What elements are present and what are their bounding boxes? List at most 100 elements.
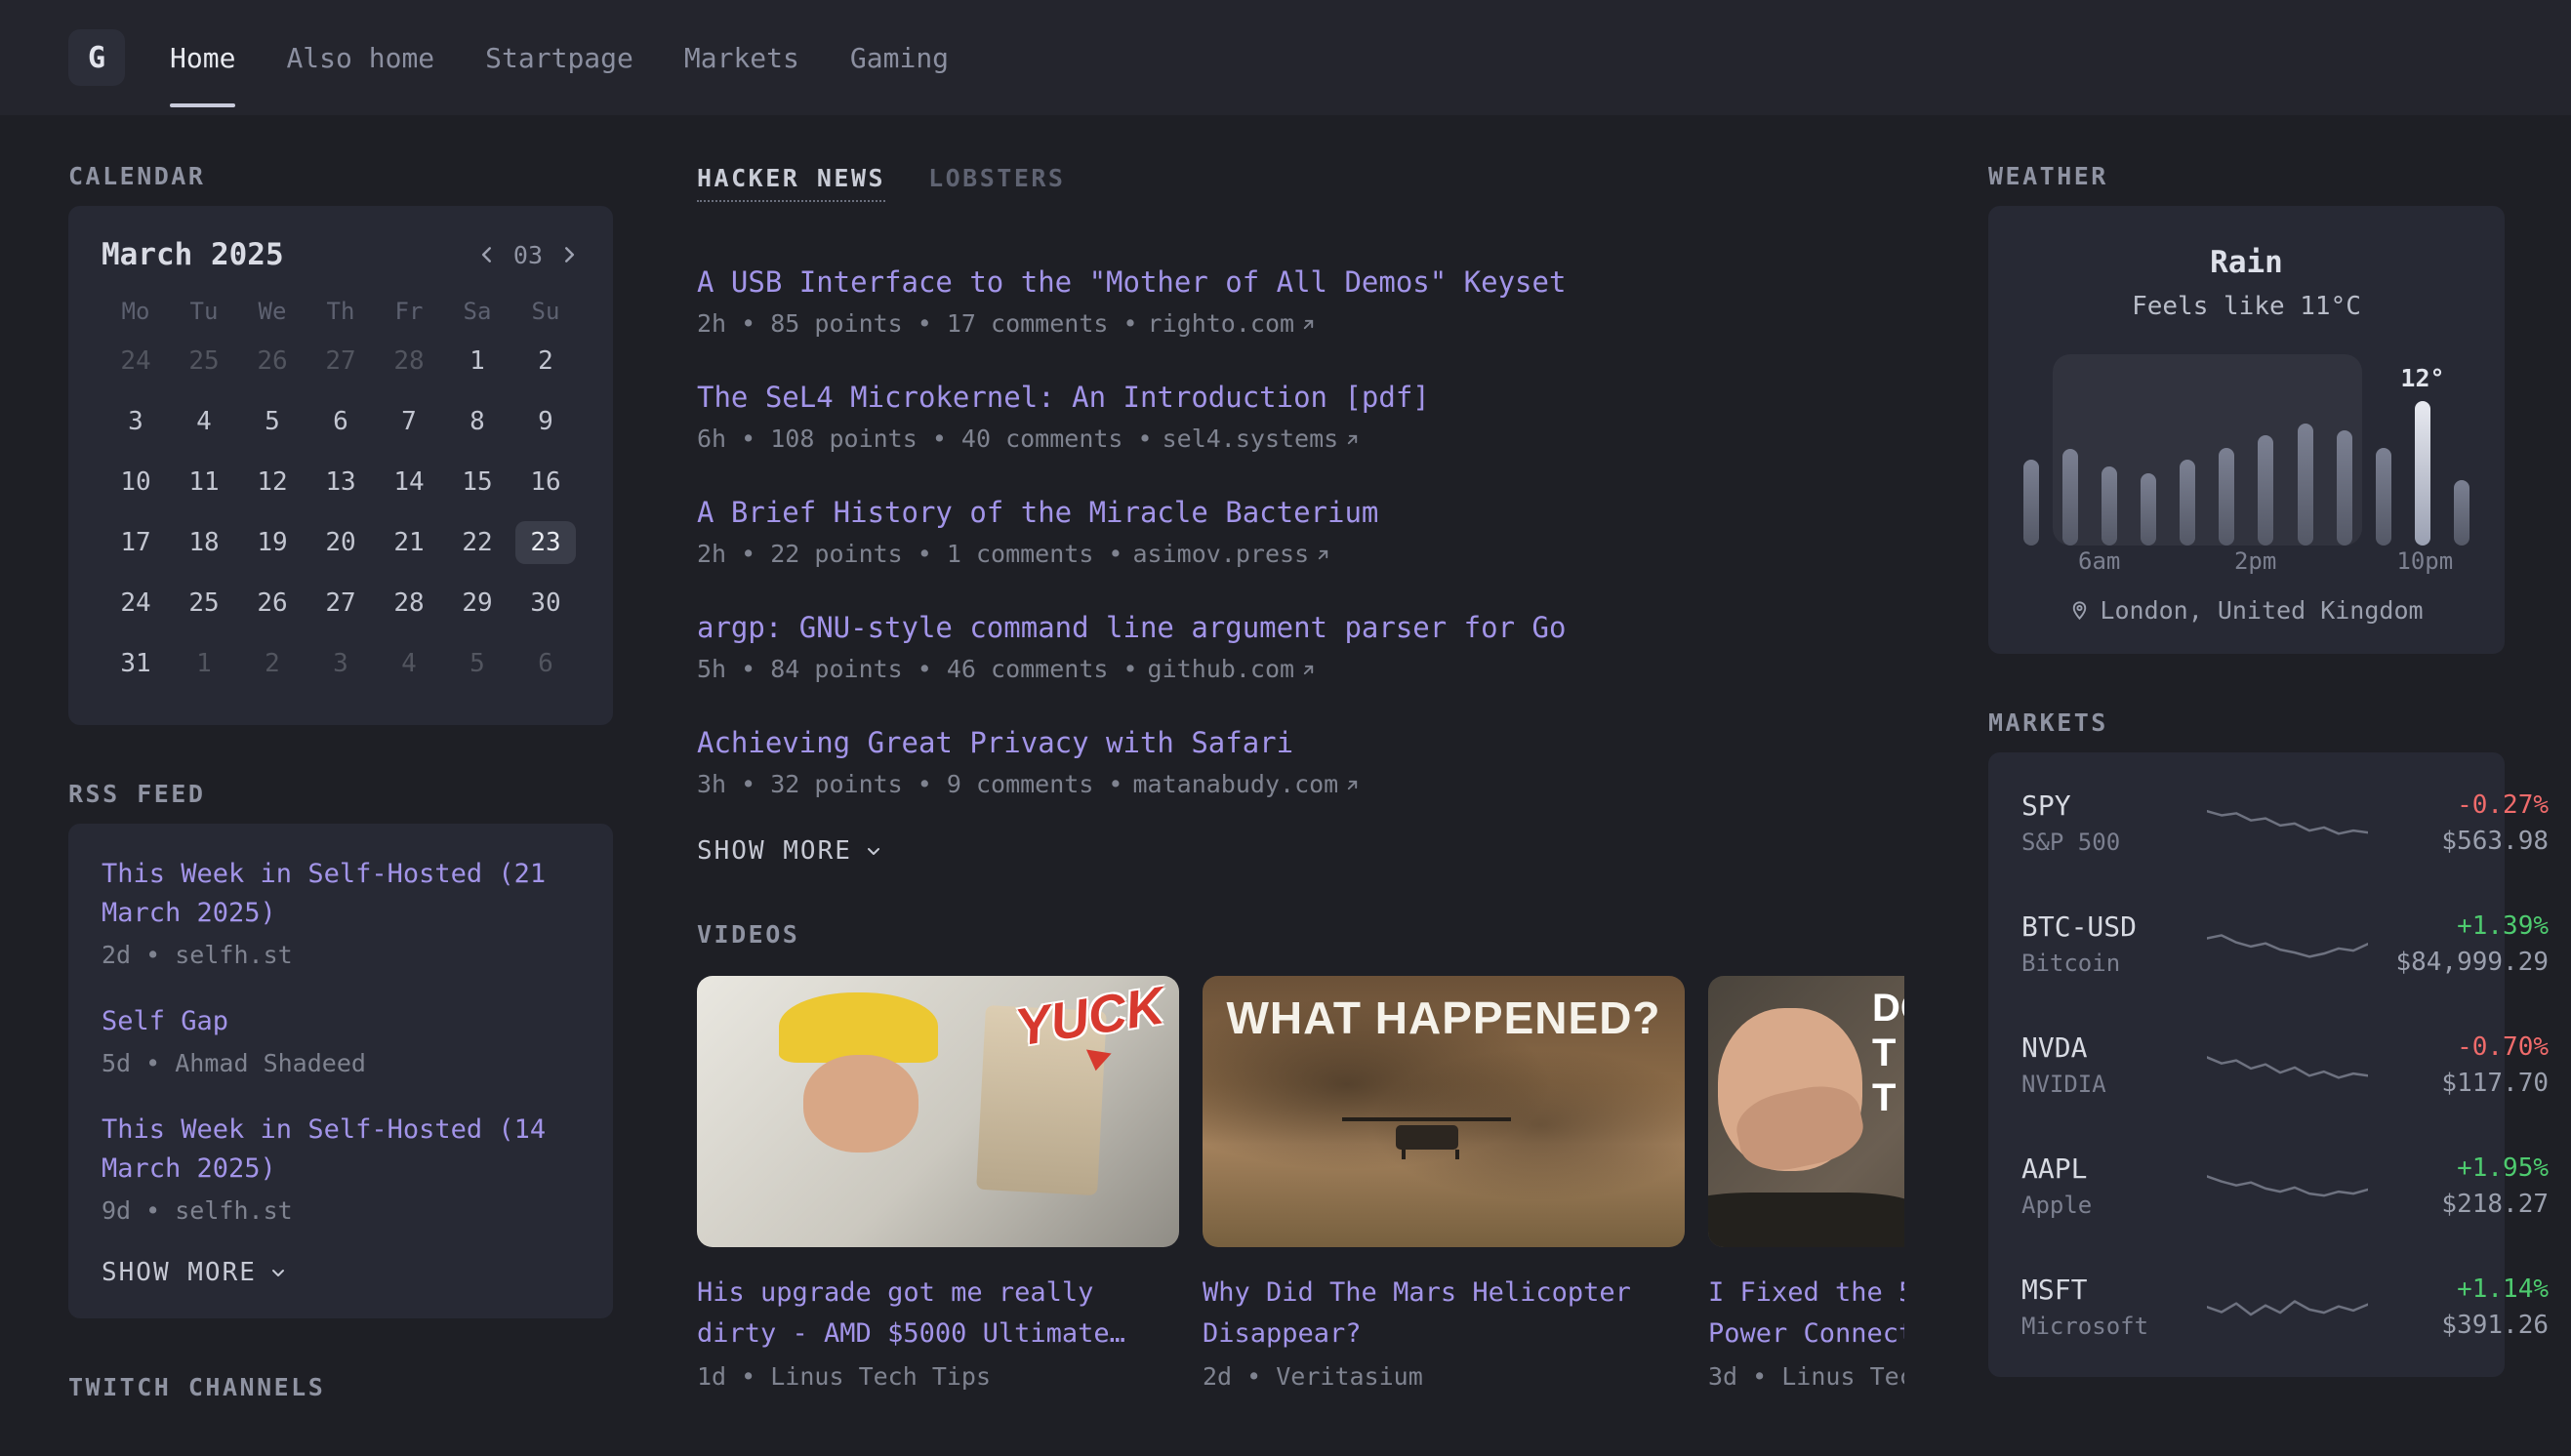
news-item-meta: 2h • 22 points • 1 comments • asimov.pre… [697, 536, 1904, 573]
news-item-title[interactable]: The SeL4 Microkernel: An Introduction [p… [697, 376, 1904, 419]
calendar-day[interactable]: 5 [238, 391, 306, 452]
video-thumbnail[interactable]: WHAT HAPPENED? [1203, 976, 1685, 1247]
news-tab[interactable]: HACKER NEWS [697, 164, 885, 202]
news-tabs: HACKER NEWS LOBSTERS [697, 162, 1904, 202]
calendar-day[interactable]: 12 [238, 452, 306, 512]
news-item-title[interactable]: Achieving Great Privacy with Safari [697, 721, 1904, 764]
market-row[interactable]: SPY S&P 500 -0.27% $563.98 [2021, 762, 2471, 883]
market-sparkline [2207, 1278, 2368, 1335]
video-card: WHAT HAPPENED? Why Did The Mars Helicopt… [1203, 976, 1685, 1391]
calendar-day[interactable]: 6 [511, 633, 580, 694]
calendar-day[interactable]: 28 [375, 331, 443, 391]
calendar-day[interactable]: 27 [306, 331, 375, 391]
video-card: YUCK His upgrade got me really dirty - A… [697, 976, 1179, 1391]
news-item-source[interactable]: sel4.systems [1163, 421, 1362, 458]
market-values: -0.70% $117.70 [2368, 1032, 2549, 1098]
calendar-day[interactable]: 25 [170, 331, 238, 391]
calendar-prev-button[interactable] [476, 244, 498, 265]
calendar-day[interactable]: 6 [306, 391, 375, 452]
market-row[interactable]: NVDA NVIDIA -0.70% $117.70 [2021, 1004, 2471, 1125]
calendar-day[interactable]: 4 [170, 391, 238, 452]
nav-tab[interactable]: Home [170, 0, 235, 115]
weather-heading: WEATHER [1988, 162, 2505, 190]
calendar-day[interactable]: 14 [375, 452, 443, 512]
calendar-day[interactable]: 22 [443, 512, 511, 573]
calendar-day[interactable]: 23 [511, 512, 580, 573]
calendar-day[interactable]: 17 [102, 512, 170, 573]
calendar-day[interactable]: 15 [443, 452, 511, 512]
calendar-day[interactable]: 5 [443, 633, 511, 694]
rss-show-more-button[interactable]: SHOW MORE [102, 1258, 288, 1287]
rss-item-meta: 9d • selfh.st [102, 1196, 580, 1225]
rss-card: This Week in Self-Hosted (21 March 2025)… [68, 824, 613, 1318]
calendar-next-button[interactable] [558, 244, 580, 265]
calendar-day[interactable]: 3 [306, 633, 375, 694]
nav-tab[interactable]: Also home [286, 0, 434, 115]
show-more-label: SHOW MORE [697, 836, 852, 866]
calendar-day[interactable]: 2 [238, 633, 306, 694]
nav-tab[interactable]: Startpage [485, 0, 633, 115]
news-item-stats: 6h • 108 points • 40 comments • [697, 421, 1153, 458]
calendar-day[interactable]: 1 [443, 331, 511, 391]
nav-tab[interactable]: Gaming [850, 0, 949, 115]
calendar-day[interactable]: 7 [375, 391, 443, 452]
news-item-title[interactable]: argp: GNU-style command line argument pa… [697, 606, 1904, 649]
video-thumbnail[interactable]: YUCK [697, 976, 1179, 1247]
calendar-day[interactable]: 11 [170, 452, 238, 512]
calendar-day[interactable]: 24 [102, 331, 170, 391]
calendar-day[interactable]: 26 [238, 331, 306, 391]
calendar-day[interactable]: 29 [443, 573, 511, 633]
calendar-day[interactable]: 26 [238, 573, 306, 633]
news-item-source[interactable]: asimov.press [1133, 536, 1332, 573]
market-symbol: BTC-USD [2021, 910, 2207, 943]
news-item-title[interactable]: A USB Interface to the "Mother of All De… [697, 261, 1904, 303]
calendar-day[interactable]: 2 [511, 331, 580, 391]
calendar-day[interactable]: 25 [170, 573, 238, 633]
calendar-day[interactable]: 27 [306, 573, 375, 633]
calendar-day[interactable]: 28 [375, 573, 443, 633]
market-row[interactable]: MSFT Microsoft +1.14% $391.26 [2021, 1246, 2471, 1367]
thumbnail-decoration [1396, 1125, 1458, 1150]
calendar-day-number: 22 [447, 521, 507, 564]
calendar-day[interactable]: 13 [306, 452, 375, 512]
market-price: $117.70 [2368, 1069, 2549, 1098]
calendar-day[interactable]: 18 [170, 512, 238, 573]
calendar-day[interactable]: 24 [102, 573, 170, 633]
nav-tab[interactable]: Markets [684, 0, 799, 115]
market-row[interactable]: AAPL Apple +1.95% $218.27 [2021, 1125, 2471, 1246]
video-title[interactable]: Why Did The Mars Helicopter Disappear? [1203, 1273, 1685, 1355]
video-thumbnail[interactable]: DO T T [1708, 976, 1904, 1247]
news-item-source[interactable]: righto.com [1148, 305, 1318, 343]
calendar-header: March 2025 03 [102, 237, 580, 272]
calendar-day-number: 8 [455, 400, 500, 443]
calendar-day[interactable]: 30 [511, 573, 580, 633]
market-row[interactable]: BTC-USD Bitcoin +1.39% $84,999.29 [2021, 883, 2471, 1004]
markets-heading: MARKETS [1988, 708, 2505, 737]
rss-item-title[interactable]: This Week in Self-Hosted (21 March 2025) [102, 855, 580, 933]
calendar-day[interactable]: 9 [511, 391, 580, 452]
news-item-source[interactable]: matanabudy.com [1133, 766, 1362, 803]
news-tab[interactable]: LOBSTERS [928, 164, 1065, 200]
calendar-day[interactable]: 1 [170, 633, 238, 694]
video-title[interactable]: I Fixed the 5090 Power Connector [1708, 1273, 1904, 1355]
calendar-widget: CALENDAR March 2025 03 [68, 162, 613, 725]
calendar-day[interactable]: 3 [102, 391, 170, 452]
calendar-day[interactable]: 19 [238, 512, 306, 573]
app-logo[interactable]: G [68, 29, 125, 86]
news-show-more-button[interactable]: SHOW MORE [697, 836, 883, 866]
rss-item-title[interactable]: Self Gap [102, 1002, 580, 1041]
calendar-day[interactable]: 31 [102, 633, 170, 694]
calendar-day[interactable]: 16 [511, 452, 580, 512]
news-list: A USB Interface to the "Mother of All De… [697, 261, 1904, 803]
news-item-title[interactable]: A Brief History of the Miracle Bacterium [697, 491, 1904, 534]
calendar-day[interactable]: 4 [375, 633, 443, 694]
rss-item-title[interactable]: This Week in Self-Hosted (14 March 2025) [102, 1111, 580, 1189]
calendar-day[interactable]: 8 [443, 391, 511, 452]
calendar-day[interactable]: 21 [375, 512, 443, 573]
weekday-label: Sa [443, 292, 511, 331]
calendar-day[interactable]: 20 [306, 512, 375, 573]
news-item-source[interactable]: github.com [1148, 651, 1318, 688]
calendar-day[interactable]: 10 [102, 452, 170, 512]
video-title[interactable]: His upgrade got me really dirty - AMD $5… [697, 1273, 1179, 1355]
market-sparkline [2207, 1036, 2368, 1093]
